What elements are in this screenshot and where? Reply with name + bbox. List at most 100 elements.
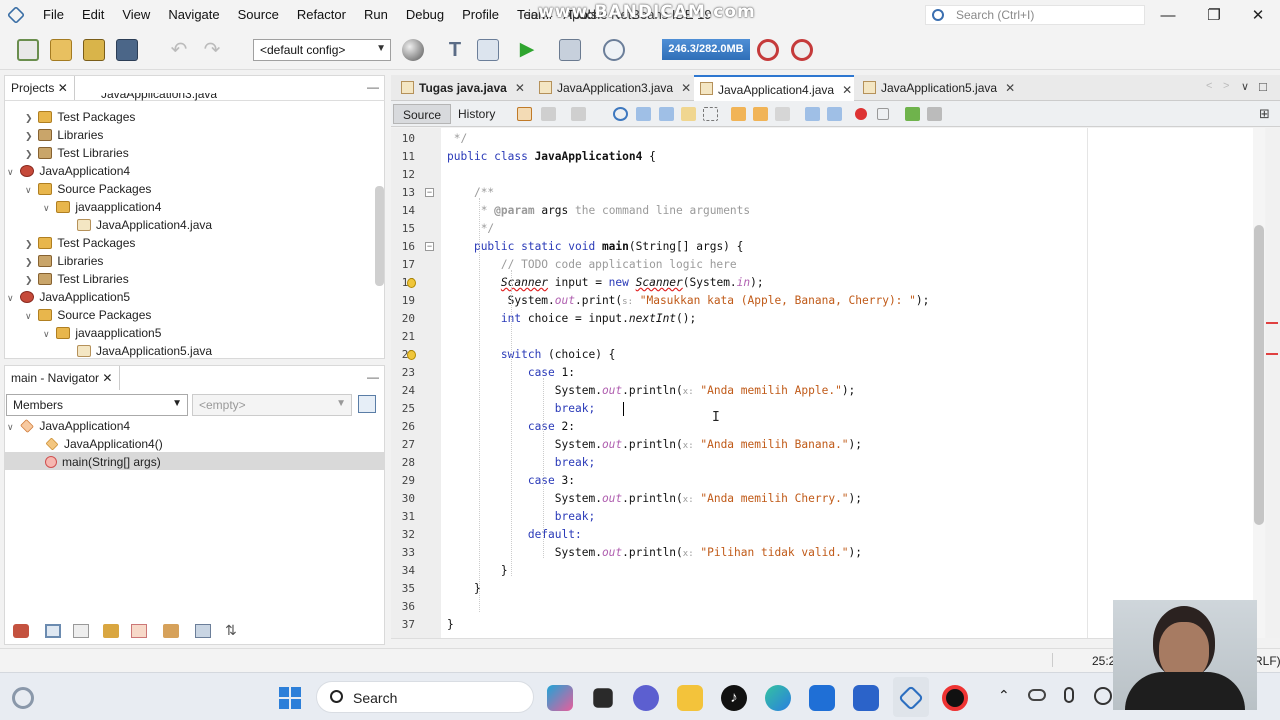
editor-tab[interactable]: Tugas java.java ✕	[395, 75, 531, 101]
tab-list-icon[interactable]: ∨	[1241, 80, 1249, 93]
maximize-button[interactable]: ❐	[1191, 0, 1237, 30]
menu-file[interactable]: File	[34, 0, 73, 30]
code-line[interactable]: * @param args the command line arguments	[447, 202, 750, 220]
code-line[interactable]: System.out.println(x: "Anda memilih Cher…	[447, 490, 862, 508]
sort-alpha-icon[interactable]: ⇅	[225, 622, 237, 639]
split-editor-icon[interactable]: ⊞	[1259, 106, 1270, 122]
minimize-button[interactable]: —	[1145, 0, 1191, 30]
toggle-bookmark-icon[interactable]	[775, 107, 790, 121]
globe-icon[interactable]	[402, 39, 424, 61]
tree-item[interactable]: ∨ JavaApplication4	[7, 162, 130, 180]
empty-select[interactable]: <empty> ▼	[192, 394, 352, 416]
taskbar-search[interactable]: Search	[316, 681, 534, 713]
code-line[interactable]: default:	[447, 526, 582, 544]
toggle-highlight-icon[interactable]	[681, 107, 696, 121]
code-line[interactable]: }	[447, 580, 481, 598]
store-icon[interactable]	[809, 685, 835, 711]
copilot-icon[interactable]	[547, 685, 573, 711]
file-explorer-icon[interactable]	[677, 685, 703, 711]
members-select[interactable]: Members ▼	[6, 394, 188, 416]
close-icon[interactable]: ✕	[515, 81, 525, 95]
nav-item-selected[interactable]: main(String[] args)	[45, 453, 161, 471]
nonpublic-filter-icon[interactable]	[103, 624, 119, 638]
scroll-tabs-left-icon[interactable]: <	[1206, 80, 1212, 92]
tab-navigator[interactable]: main - Navigator ✕	[5, 366, 120, 390]
code-line[interactable]: /**	[447, 184, 494, 202]
next-bookmark-icon[interactable]	[753, 107, 768, 121]
search-input[interactable]: Search (Ctrl+I)	[925, 5, 1145, 25]
tree-item[interactable]: ❯ Test Packages	[25, 234, 135, 252]
menu-debug[interactable]: Debug	[397, 0, 453, 30]
tree-item[interactable]: ∨ javaapplication4	[43, 198, 161, 216]
build-hammer-icon[interactable]: T	[444, 39, 466, 61]
code-line[interactable]: int choice = input.nextInt();	[447, 310, 696, 328]
code-line[interactable]: System.out.println(x: "Pilihan tidak val…	[447, 544, 862, 562]
stop-macro-icon[interactable]	[877, 108, 889, 120]
menu-profile[interactable]: Profile	[453, 0, 508, 30]
hint-bulb-icon[interactable]	[407, 278, 416, 288]
code-line[interactable]: */	[447, 220, 494, 238]
clean-build-icon[interactable]	[477, 39, 499, 61]
fields-filter-icon[interactable]	[45, 624, 61, 638]
sort-source-icon[interactable]	[195, 624, 211, 638]
tree-item[interactable]: ❯ Libraries	[25, 252, 103, 270]
navigator-options-icon[interactable]	[358, 395, 376, 413]
code-line[interactable]: System.out.print(s: "Masukkan kata (Appl…	[447, 292, 930, 310]
code-line[interactable]: System.out.println(x: "Anda memilih Bana…	[447, 436, 862, 454]
error-marker[interactable]	[1266, 322, 1278, 324]
code-line[interactable]: switch (choice) {	[447, 346, 616, 364]
microphone-icon[interactable]	[1064, 687, 1074, 703]
shift-left-icon[interactable]	[805, 107, 820, 121]
menu-navigate[interactable]: Navigate	[159, 0, 228, 30]
editor-tab[interactable]: JavaApplication5.java ✕	[857, 75, 1017, 101]
edge-icon[interactable]	[765, 685, 791, 711]
widgets-icon[interactable]	[12, 687, 34, 709]
code-line[interactable]: }	[447, 616, 454, 634]
last-edit-icon[interactable]	[517, 107, 532, 121]
menu-source[interactable]: Source	[229, 0, 288, 30]
task-view-icon[interactable]	[593, 688, 613, 708]
save-all-icon[interactable]	[116, 39, 138, 61]
local-filter-icon[interactable]	[131, 624, 147, 638]
forward-icon[interactable]	[571, 107, 586, 121]
run-icon[interactable]: ▶	[516, 39, 538, 61]
hint-bulb-icon[interactable]	[407, 350, 416, 360]
tree-item[interactable]: ∨ Source Packages	[25, 306, 151, 324]
tree-item[interactable]: ❯ Test Packages	[25, 108, 135, 126]
minimize-panel-icon[interactable]: —	[367, 80, 379, 94]
tree-item[interactable]: ∨ JavaApplication5	[7, 288, 130, 306]
nav-item[interactable]: JavaApplication4()	[45, 435, 163, 453]
maximize-editor-icon[interactable]: □	[1259, 79, 1267, 94]
cloud-icon[interactable]	[1028, 689, 1046, 701]
chevron-up-icon[interactable]: ⌃	[998, 687, 1010, 704]
toggle-selection-icon[interactable]	[703, 107, 718, 121]
close-icon[interactable]: ✕	[102, 371, 112, 385]
debug-icon[interactable]	[559, 39, 581, 61]
config-select[interactable]: <default config> ▼	[253, 39, 391, 61]
teams-icon[interactable]	[633, 685, 659, 711]
shift-right-icon[interactable]	[827, 107, 842, 121]
profile-icon[interactable]	[603, 39, 625, 61]
code-line[interactable]: System.out.println(x: "Anda memilih Appl…	[447, 382, 856, 400]
history-button[interactable]: History	[449, 104, 504, 124]
code-line[interactable]: // TODO code application logic here	[447, 256, 737, 274]
close-icon[interactable]: ✕	[1005, 81, 1015, 95]
code-line[interactable]: break;	[447, 454, 595, 472]
app-icon[interactable]	[853, 685, 879, 711]
sort-type-icon[interactable]	[163, 624, 179, 638]
code-editor[interactable]: */ public class JavaApplication4 { /** * …	[441, 128, 1253, 638]
nav-item[interactable]: ∨ JavaApplication4	[7, 417, 130, 435]
redo-icon[interactable]: ↷	[201, 39, 223, 61]
fold-toggle[interactable]: −	[425, 188, 434, 197]
menu-refactor[interactable]: Refactor	[288, 0, 355, 30]
menu-run[interactable]: Run	[355, 0, 397, 30]
windows-start-icon[interactable]	[277, 685, 303, 711]
tree-item[interactable]: ∨ Source Packages	[25, 180, 151, 198]
open-project-icon[interactable]	[83, 39, 105, 61]
tiktok-icon[interactable]: ♪	[721, 685, 747, 711]
menu-edit[interactable]: Edit	[73, 0, 113, 30]
back-icon[interactable]	[541, 107, 556, 121]
bandicam-icon[interactable]	[942, 685, 968, 711]
code-line[interactable]: public static void main(String[] args) {	[447, 238, 743, 256]
close-icon[interactable]: ✕	[842, 83, 852, 97]
